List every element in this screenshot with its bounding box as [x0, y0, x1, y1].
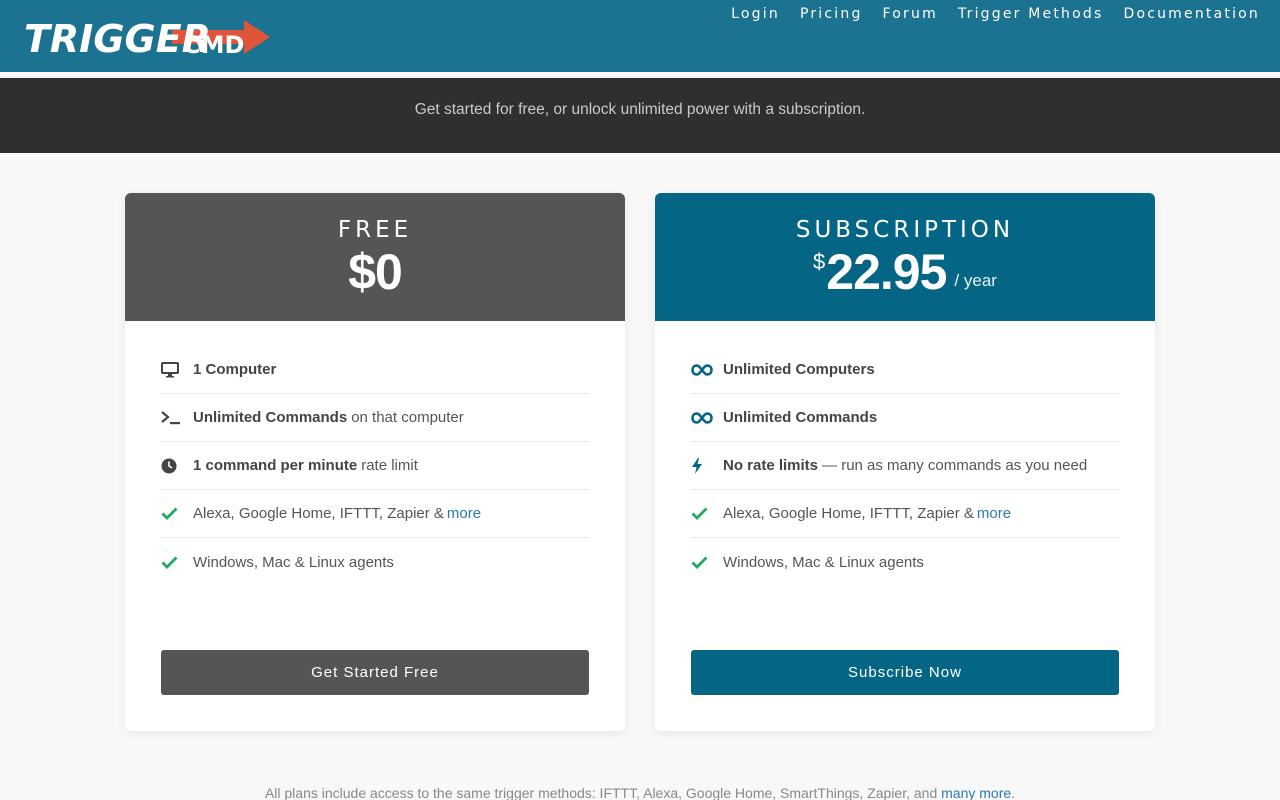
subscription-plan-price: 22.95 [826, 244, 947, 300]
bolt-icon [691, 457, 723, 474]
feature-text: Windows, Mac & Linux agents [723, 553, 924, 571]
feature-item: 1 Computer [161, 346, 589, 394]
terminal-icon [161, 410, 193, 425]
more-link[interactable]: more [977, 505, 1011, 522]
feature-item: Alexa, Google Home, IFTTT, Zapier & more [691, 490, 1119, 538]
price-currency: $ [813, 249, 826, 274]
feature-item: Unlimited Commands on that computer [161, 394, 589, 442]
infinity-icon [691, 363, 723, 376]
subscription-plan-card: SUBSCRIPTION $ 22.95 / year Unlimited Co… [655, 193, 1155, 731]
feature-item: No rate limits — run as many commands as… [691, 442, 1119, 490]
monitor-icon [161, 361, 193, 378]
feature-text: Windows, Mac & Linux agents [193, 553, 394, 571]
feature-bold: Unlimited Commands [723, 409, 878, 426]
subscribe-now-button[interactable]: Subscribe Now [691, 650, 1119, 695]
nav-forum-link[interactable]: Forum [873, 6, 948, 22]
price-period: / year [954, 271, 997, 290]
infinity-icon [691, 411, 723, 424]
feature-item: Alexa, Google Home, IFTTT, Zapier & more [161, 490, 589, 538]
free-plan-header: FREE $0 [125, 193, 625, 321]
feature-bold: No rate limits [723, 457, 819, 474]
check-icon [161, 507, 193, 520]
nav-pricing-link[interactable]: Pricing [790, 6, 873, 22]
clock-icon [161, 458, 193, 474]
footer-note-text: All plans include access to the same tri… [264, 785, 938, 800]
free-plan-price-row: $0 [125, 245, 625, 300]
logo-text-sub: CMD [183, 31, 244, 59]
feature-bold: Unlimited Commands [193, 409, 348, 426]
triggercmd-logo[interactable]: TRIGGER CMD [22, 14, 272, 60]
subscription-plan-price-row: $ 22.95 / year [655, 245, 1155, 300]
check-icon [161, 556, 193, 569]
feature-text: on that computer [351, 409, 464, 426]
free-plan-card: FREE $0 1 Computer Unlimited Commands on… [125, 193, 625, 731]
footer-note: All plans include access to the same tri… [0, 785, 1280, 800]
feature-item: Unlimited Computers [691, 346, 1119, 394]
free-plan-features: 1 Computer Unlimited Commands on that co… [161, 346, 589, 586]
feature-item: 1 command per minute rate limit [161, 442, 589, 490]
pricing-subhero: Get started for free, or unlock unlimite… [0, 78, 1280, 153]
nav-trigger-methods-link[interactable]: Trigger Methods [948, 6, 1114, 22]
footer-note-end: . [1011, 785, 1016, 800]
top-navbar: TRIGGER CMD Login Pricing Forum Trigger … [0, 0, 1280, 75]
more-link[interactable]: more [447, 505, 481, 522]
feature-bold: Unlimited Computers [723, 361, 875, 378]
feature-text: Alexa, Google Home, IFTTT, Zapier & [193, 505, 444, 522]
check-icon [691, 556, 723, 569]
feature-bold: 1 command per minute [193, 457, 358, 474]
free-plan-name: FREE [337, 217, 413, 243]
feature-item: Unlimited Commands [691, 394, 1119, 442]
feature-text: Alexa, Google Home, IFTTT, Zapier & [723, 505, 974, 522]
feature-text: — run as many commands as you need [822, 457, 1088, 474]
many-more-link[interactable]: many more [941, 785, 1011, 800]
subscription-plan-name: SUBSCRIPTION [795, 217, 1015, 243]
free-plan-price: $0 [348, 244, 403, 300]
subscription-plan-features: Unlimited Computers Unlimited Commands N… [691, 346, 1119, 586]
get-started-free-button[interactable]: Get Started Free [161, 650, 589, 695]
nav-documentation-link[interactable]: Documentation [1113, 6, 1270, 22]
nav-login-link[interactable]: Login [721, 6, 790, 22]
check-icon [691, 507, 723, 520]
feature-text: rate limit [361, 457, 418, 474]
feature-bold: 1 Computer [193, 361, 277, 378]
feature-item: Windows, Mac & Linux agents [161, 538, 589, 586]
subhero-tagline: Get started for free, or unlock unlimite… [414, 101, 866, 118]
feature-item: Windows, Mac & Linux agents [691, 538, 1119, 586]
main-nav: Login Pricing Forum Trigger Methods Docu… [721, 6, 1270, 22]
subscription-plan-header: SUBSCRIPTION $ 22.95 / year [655, 193, 1155, 321]
logo-graphic: TRIGGER CMD [24, 17, 270, 60]
